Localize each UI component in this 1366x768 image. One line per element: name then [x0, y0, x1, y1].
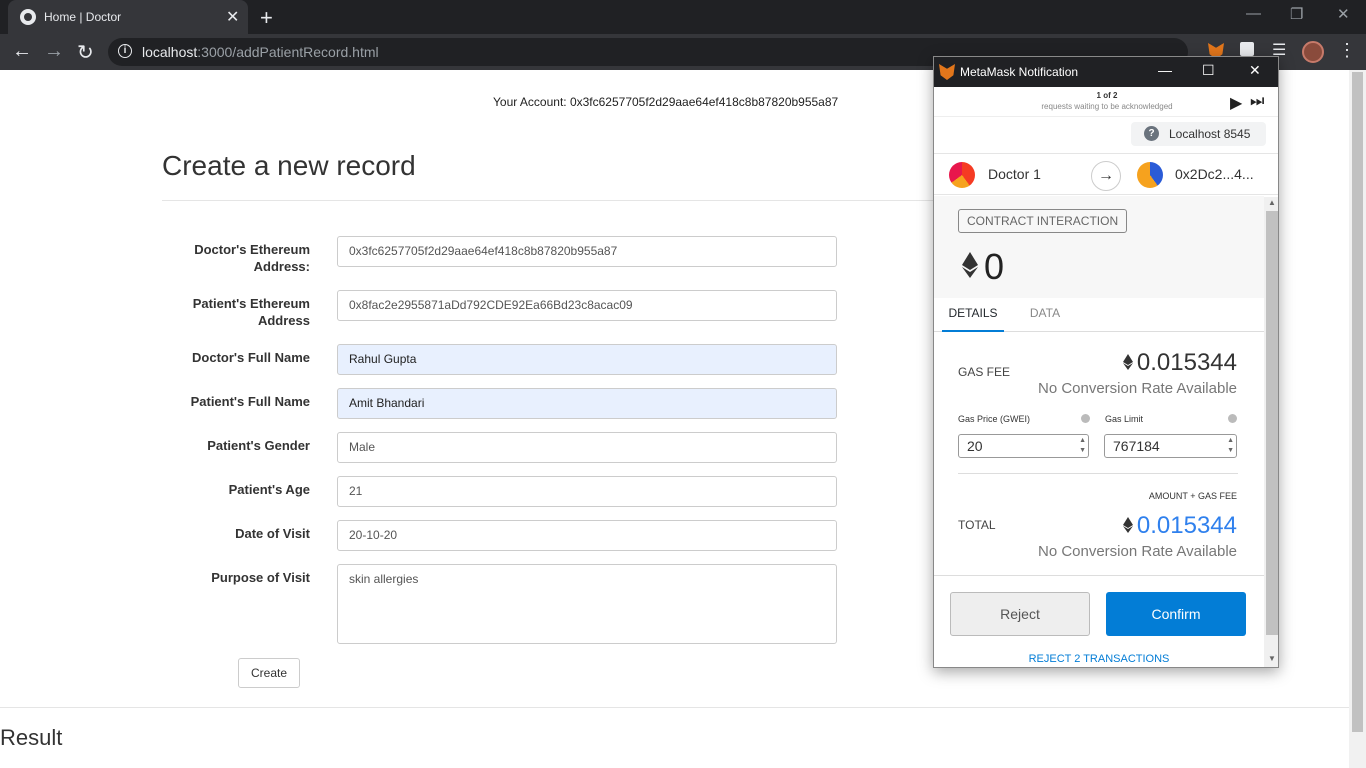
- visit-purpose-textarea[interactable]: skin allergies: [337, 564, 837, 644]
- tab-data[interactable]: DATA: [1020, 298, 1070, 332]
- visit-date-label: Date of Visit: [235, 526, 310, 541]
- metamask-notification-window: MetaMask Notification — ☐ ✕ 1 of 2 reque…: [933, 56, 1279, 668]
- info-icon[interactable]: i: [118, 44, 132, 58]
- patient-address-label: Patient's Ethereum Address: [192, 296, 310, 328]
- back-arrow-icon[interactable]: ←: [12, 40, 32, 63]
- patient-name-label: Patient's Full Name: [190, 394, 310, 409]
- network-name: Localhost 8545: [1169, 127, 1251, 141]
- doctor-name-label: Doctor's Full Name: [192, 350, 310, 365]
- stepper-arrows-icon[interactable]: ▲ ▼: [1227, 436, 1234, 456]
- info-icon[interactable]: [1081, 414, 1090, 423]
- patient-age-label: Patient's Age: [228, 482, 310, 497]
- no-conversion-text: No Conversion Rate Available: [1037, 543, 1237, 560]
- account-address: Your Account: 0x3fc6257705f2d29aae64ef41…: [493, 95, 839, 109]
- request-count: 1 of 2: [1096, 91, 1118, 100]
- divider: [934, 575, 1264, 576]
- sender-recipient-row: Doctor 1 → 0x2Dc2...4...: [934, 153, 1278, 195]
- doctor-address-input[interactable]: 0x3fc6257705f2d29aae64ef418c8b87820b955a…: [337, 236, 837, 267]
- new-tab-button[interactable]: +: [260, 5, 273, 31]
- gas-limit-label: Gas Limit: [1105, 414, 1144, 424]
- recipient-address[interactable]: 0x2Dc2...4...: [1175, 166, 1254, 182]
- result-heading: Result: [0, 725, 63, 750]
- browser-tab[interactable]: Home | Doctor ✕: [8, 0, 248, 34]
- patient-gender-input[interactable]: Male: [337, 432, 837, 463]
- gas-limit-input[interactable]: 767184 ▲ ▼: [1104, 434, 1237, 458]
- request-navigation: 1 of 2 requests waiting to be acknowledg…: [934, 87, 1278, 117]
- gas-fee-label: GAS FEE: [958, 365, 1011, 379]
- gas-price-label: Gas Price (GWEI): [958, 414, 1031, 424]
- patient-name-input[interactable]: Amit Bhandari: [337, 388, 837, 419]
- reload-icon[interactable]: ↻: [77, 40, 94, 65]
- restore-window-button[interactable]: ❐: [1290, 5, 1303, 23]
- scrollbar-thumb[interactable]: [1266, 211, 1278, 635]
- patient-address-input[interactable]: 0x8fac2e2955871aDd792CDE92Ea66Bd23c8acac…: [337, 290, 837, 321]
- info-icon[interactable]: [1228, 414, 1237, 423]
- confirm-button[interactable]: Confirm: [1106, 592, 1246, 636]
- close-window-button[interactable]: ✕: [1337, 5, 1350, 23]
- create-button[interactable]: Create: [238, 658, 300, 688]
- minimize-window-button[interactable]: —: [1246, 5, 1261, 22]
- url-text: localhost:3000/addPatientRecord.html: [142, 44, 379, 60]
- sender-account-name[interactable]: Doctor 1: [988, 166, 1041, 182]
- browser-tabstrip: Home | Doctor ✕ + — ❐ ✕: [0, 0, 1366, 34]
- sender-avatar: [949, 162, 975, 188]
- patient-gender-label: Patient's Gender: [207, 438, 310, 453]
- no-conversion-text: No Conversion Rate Available: [1037, 380, 1237, 397]
- tab-details[interactable]: DETAILS: [942, 298, 1004, 332]
- stepper-arrows-icon[interactable]: ▲ ▼: [1079, 436, 1086, 456]
- ethereum-icon: [1122, 517, 1133, 533]
- close-window-button[interactable]: ✕: [1249, 62, 1261, 79]
- total-label: TOTAL: [958, 518, 996, 532]
- amount-plus-gas-label: AMOUNT + GAS FEE: [1148, 491, 1237, 501]
- question-icon: ?: [1144, 126, 1159, 141]
- arrow-right-icon: →: [1091, 161, 1121, 191]
- gas-fee-value: 0.015344: [1122, 349, 1237, 377]
- divider: [958, 473, 1238, 474]
- contract-interaction-badge: CONTRACT INTERACTION: [958, 209, 1128, 233]
- ethereum-icon: [962, 252, 978, 278]
- transaction-amount: 0: [984, 246, 1005, 287]
- scrollbar-thumb[interactable]: [1352, 72, 1363, 732]
- page-title: Create a new record: [162, 150, 416, 181]
- profile-avatar[interactable]: [1302, 41, 1324, 63]
- metamask-fox-icon: [939, 64, 955, 80]
- browser-menu-icon[interactable]: ⋮: [1338, 40, 1356, 61]
- reject-button[interactable]: Reject: [950, 592, 1090, 636]
- ethereum-icon: [1122, 354, 1133, 370]
- doctor-address-label: Doctor's Ethereum Address:: [194, 242, 310, 274]
- page-scrollbar[interactable]: [1349, 70, 1366, 768]
- last-request-icon[interactable]: ⏭: [1250, 93, 1264, 111]
- metamask-scrollbar[interactable]: ▲ ▼: [1264, 197, 1278, 667]
- visit-purpose-label: Purpose of Visit: [211, 570, 310, 585]
- globe-icon: [20, 9, 36, 25]
- total-value: 0.015344: [1122, 512, 1237, 540]
- maximize-window-button[interactable]: ☐: [1202, 62, 1215, 79]
- extensions-icon[interactable]: [1240, 42, 1254, 56]
- next-request-icon[interactable]: ▶: [1230, 93, 1242, 113]
- scroll-up-icon[interactable]: ▲: [1268, 198, 1276, 207]
- reject-all-transactions-link[interactable]: REJECT 2 TRANSACTIONS: [934, 653, 1264, 665]
- details-data-tabs: DETAILS DATA: [934, 298, 1264, 332]
- metamask-titlebar: MetaMask Notification — ☐ ✕: [934, 57, 1278, 87]
- visit-date-input[interactable]: 20-10-20: [337, 520, 837, 551]
- close-tab-icon[interactable]: ✕: [226, 7, 239, 27]
- divider: [0, 707, 1349, 708]
- patient-age-input[interactable]: 21: [337, 476, 837, 507]
- network-indicator[interactable]: ? Localhost 8545: [1131, 122, 1266, 146]
- requests-waiting-text: requests waiting to be acknowledged: [1041, 102, 1173, 111]
- scroll-down-icon[interactable]: ▼: [1268, 654, 1276, 663]
- metamask-window-title: MetaMask Notification: [960, 65, 1079, 79]
- tab-title: Home | Doctor: [44, 10, 122, 24]
- recipient-avatar: [1137, 162, 1163, 188]
- minimize-window-button[interactable]: —: [1158, 62, 1172, 78]
- doctor-name-input[interactable]: Rahul Gupta: [337, 344, 837, 375]
- forward-arrow-icon[interactable]: →: [44, 40, 64, 63]
- gas-price-input[interactable]: 20 ▲ ▼: [958, 434, 1089, 458]
- transaction-summary: CONTRACT INTERACTION 0: [934, 196, 1264, 298]
